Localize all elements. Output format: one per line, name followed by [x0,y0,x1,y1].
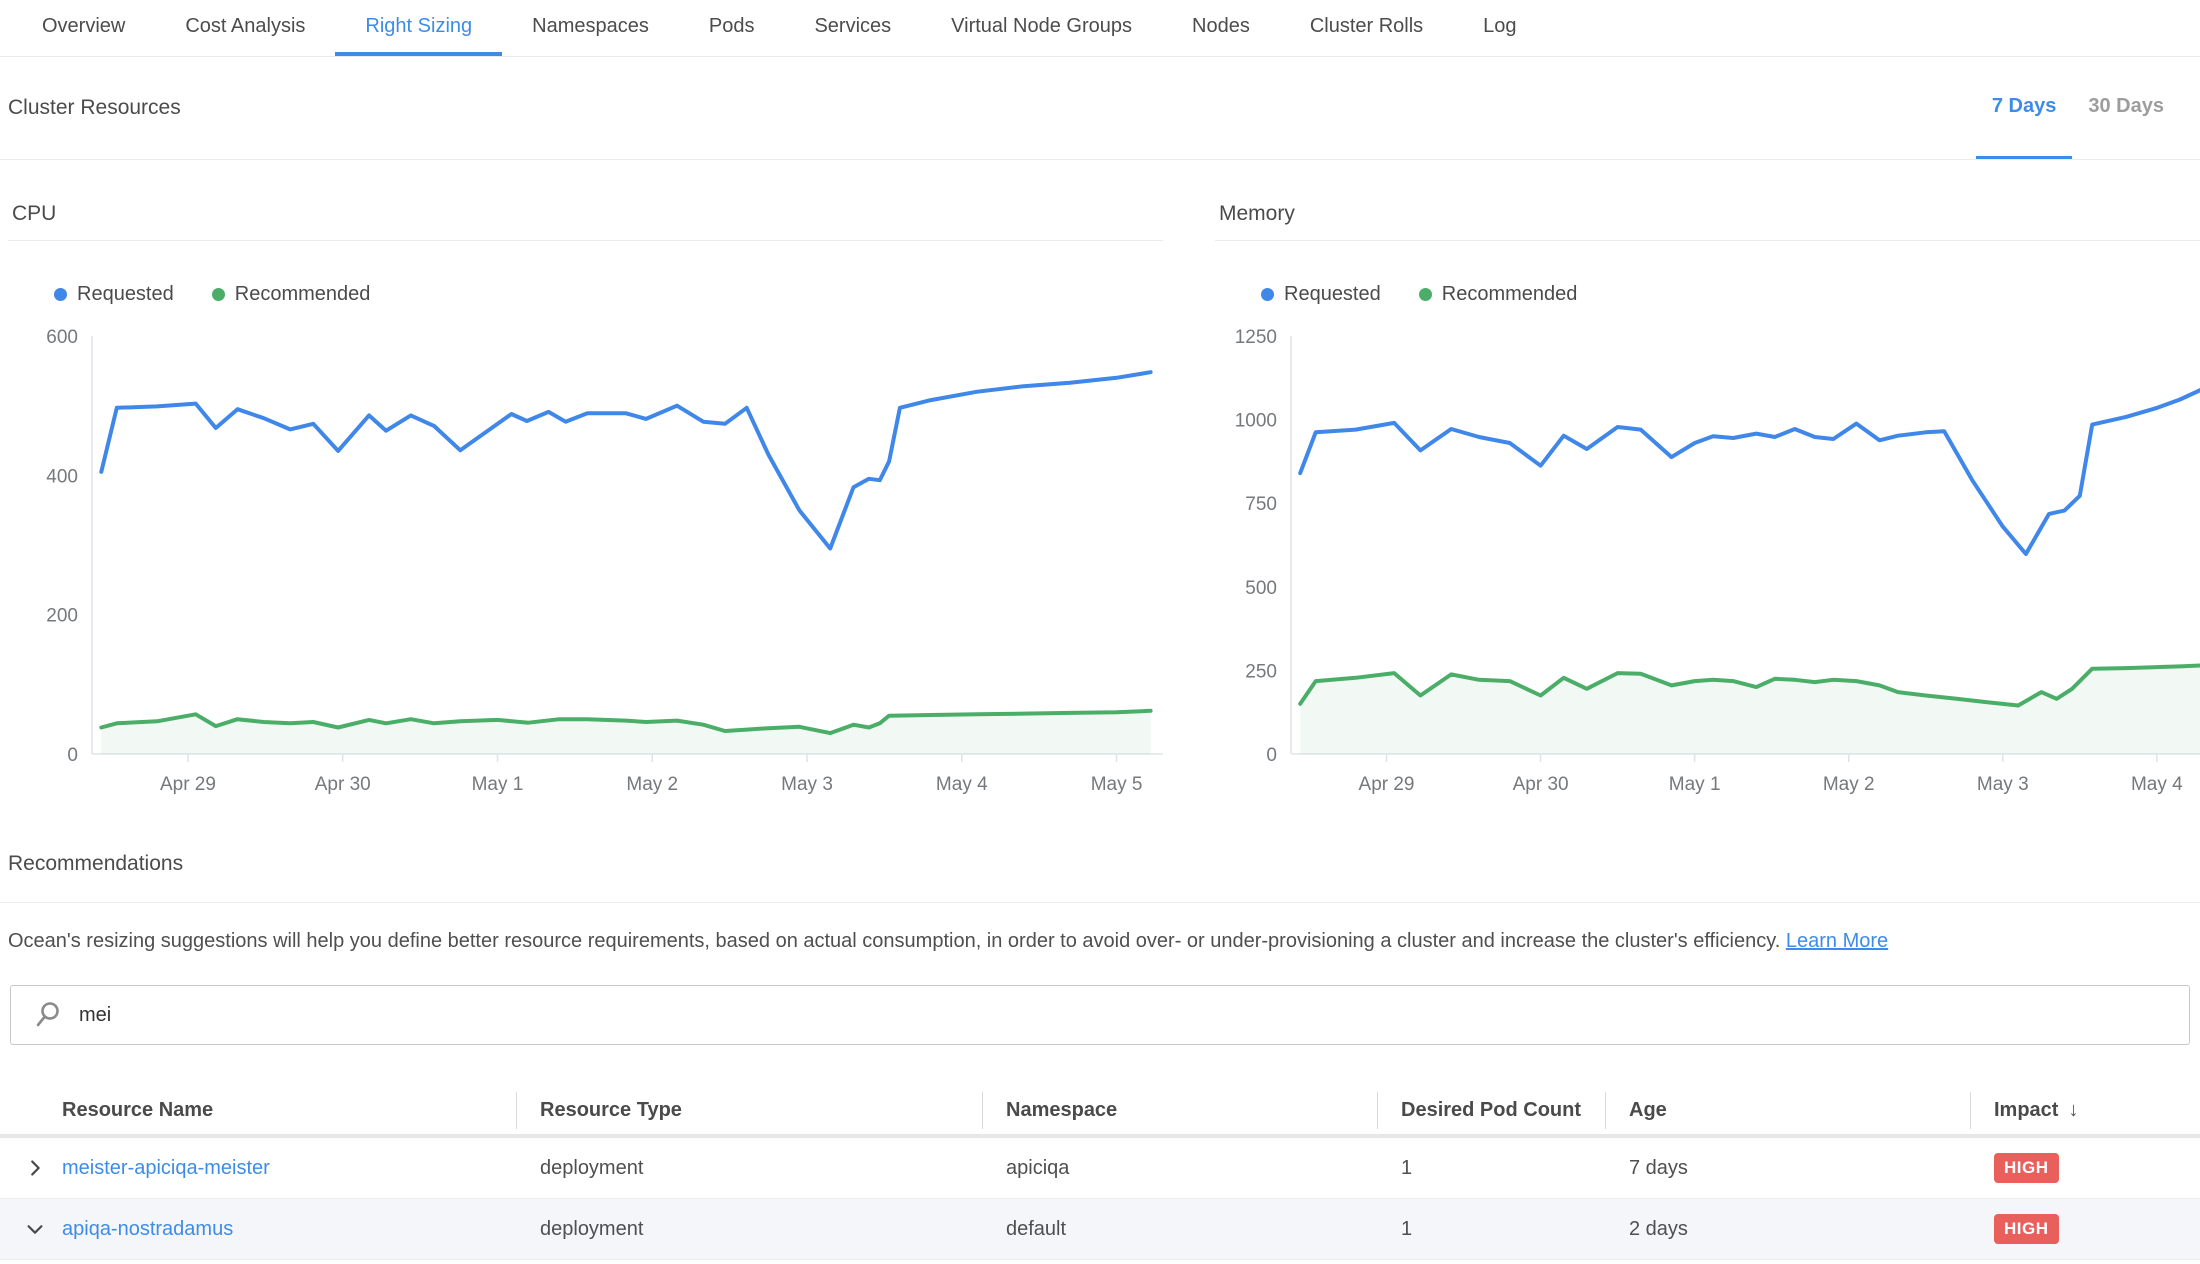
search-input[interactable] [77,1003,2189,1028]
column-header-impact[interactable]: Impact ↓ [1970,1087,2200,1134]
tab-cluster-rolls[interactable]: Cluster Rolls [1280,0,1453,56]
impact-cell: HIGH [1970,1199,2200,1259]
search-icon [33,1000,63,1030]
resource-name-cell: apiqa-nostradamus [0,1199,516,1259]
svg-text:200: 200 [46,606,78,627]
tab-cost-analysis[interactable]: Cost Analysis [155,0,335,56]
svg-text:May 1: May 1 [472,774,524,795]
resource-type-cell: deployment [516,1199,982,1259]
memory-chart: 0 250 500 750 1000 1250 Apr 29 Apr 30 May 1 May 2… [1215,312,2200,804]
cpu-chart-plot: 0 200 400 600 Apr 29 Apr 30 May 1 May 2 May 3 May… [8,312,1163,804]
recommendations-table: Resource Name Resource Type Namespace De… [0,1087,2200,1260]
svg-text:400: 400 [46,466,78,487]
svg-text:750: 750 [1245,494,1277,515]
cpu-chart: 0 200 400 600 Apr 29 Apr 30 May 1 May 2 May 3 May… [8,312,1163,804]
cpu-chart-section: CPU Requested Recommended 0 200 400 600 Apr … [8,160,1163,804]
legend-recommended-label: Recommended [1442,283,1578,306]
table-header-row: Resource Name Resource Type Namespace De… [0,1087,2200,1138]
column-header-resource-name[interactable]: Resource Name [0,1087,516,1134]
cluster-resources-header: Cluster Resources 7 Days 30 Days [0,57,2200,160]
sort-descending-icon[interactable]: ↓ [2068,1099,2078,1122]
legend-item-requested[interactable]: Requested [54,283,174,306]
cpu-chart-legend: Requested Recommended [54,283,1163,306]
recommendations-description-text: Ocean's resizing suggestions will help y… [8,930,1780,952]
legend-item-recommended[interactable]: Recommended [212,283,371,306]
recommendations-description: Ocean's resizing suggestions will help y… [0,903,2200,955]
svg-text:500: 500 [1245,578,1277,599]
memory-chart-plot: 0 250 500 750 1000 1250 Apr 29 Apr 30 May 1 May 2… [1215,312,2200,804]
tab-nodes[interactable]: Nodes [1162,0,1280,56]
legend-item-requested[interactable]: Requested [1261,283,1381,306]
desired-pod-count-cell: 1 [1377,1199,1605,1259]
svg-text:Apr 30: Apr 30 [315,774,371,795]
tab-virtual-node-groups[interactable]: Virtual Node Groups [921,0,1162,56]
memory-chart-legend: Requested Recommended [1261,283,2200,306]
age-cell: 2 days [1605,1199,1970,1259]
charts-row: CPU Requested Recommended 0 200 400 600 Apr … [0,160,2200,804]
learn-more-link[interactable]: Learn More [1786,930,1888,952]
range-30-days[interactable]: 30 Days [2072,57,2180,159]
legend-requested-label: Requested [77,283,174,306]
namespace-cell: default [982,1199,1377,1259]
column-header-resource-type[interactable]: Resource Type [516,1087,982,1134]
table-row[interactable]: apiqa-nostradamus deployment default 1 2… [0,1199,2200,1260]
time-range-toggle: 7 Days 30 Days [1976,57,2180,159]
svg-text:May 2: May 2 [1823,774,1875,795]
tab-pods[interactable]: Pods [679,0,785,56]
svg-text:May 4: May 4 [2131,774,2183,795]
desired-pod-count-cell: 1 [1377,1138,1605,1198]
chevron-right-icon[interactable] [24,1157,46,1179]
resource-name-cell: meister-apiciqa-meister [0,1138,516,1198]
impact-cell: HIGH [1970,1138,2200,1198]
svg-text:0: 0 [1266,745,1277,766]
resource-name-link[interactable]: meister-apiciqa-meister [62,1157,270,1180]
svg-text:Apr 29: Apr 29 [160,774,216,795]
requested-legend-dot-icon [54,288,67,301]
svg-text:600: 600 [46,327,78,348]
recommendations-title: Recommendations [0,804,2200,902]
age-cell: 7 days [1605,1138,1970,1198]
memory-chart-section: Memory Requested Recommended 0 250 500 750 1… [1215,160,2200,804]
recommended-legend-dot-icon [212,288,225,301]
svg-text:May 1: May 1 [1669,774,1721,795]
cpu-chart-title: CPU [8,160,1163,241]
column-header-age[interactable]: Age [1605,1087,1970,1134]
tab-services[interactable]: Services [784,0,921,56]
legend-item-recommended[interactable]: Recommended [1419,283,1578,306]
recommended-legend-dot-icon [1419,288,1432,301]
top-tab-bar: Overview Cost Analysis Right Sizing Name… [0,0,2200,57]
cluster-resources-title: Cluster Resources [8,96,181,120]
tab-log[interactable]: Log [1453,0,1546,56]
column-header-namespace[interactable]: Namespace [982,1087,1377,1134]
svg-text:Apr 29: Apr 29 [1359,774,1415,795]
impact-high-badge: HIGH [1994,1214,2059,1244]
memory-chart-title: Memory [1215,160,2200,241]
svg-text:May 4: May 4 [936,774,988,795]
resource-name-link[interactable]: apiqa-nostradamus [62,1218,233,1241]
legend-recommended-label: Recommended [235,283,371,306]
tab-overview[interactable]: Overview [12,0,155,56]
table-row[interactable]: meister-apiciqa-meister deployment apici… [0,1138,2200,1199]
legend-requested-label: Requested [1284,283,1381,306]
tab-right-sizing[interactable]: Right Sizing [335,0,502,56]
svg-text:0: 0 [67,745,78,766]
requested-legend-dot-icon [1261,288,1274,301]
chevron-down-icon[interactable] [24,1218,46,1240]
resource-type-cell: deployment [516,1138,982,1198]
range-7-days[interactable]: 7 Days [1976,57,2073,159]
svg-text:1000: 1000 [1235,411,1277,432]
svg-text:May 3: May 3 [1977,774,2029,795]
column-header-desired-pod-count[interactable]: Desired Pod Count [1377,1087,1605,1134]
svg-text:May 3: May 3 [781,774,833,795]
svg-text:1250: 1250 [1235,327,1277,348]
resource-search-box [10,985,2190,1045]
svg-text:250: 250 [1245,661,1277,682]
namespace-cell: apiciqa [982,1138,1377,1198]
svg-text:Apr 30: Apr 30 [1513,774,1569,795]
impact-high-badge: HIGH [1994,1153,2059,1183]
svg-text:May 2: May 2 [626,774,678,795]
tab-namespaces[interactable]: Namespaces [502,0,679,56]
svg-text:May 5: May 5 [1091,774,1143,795]
